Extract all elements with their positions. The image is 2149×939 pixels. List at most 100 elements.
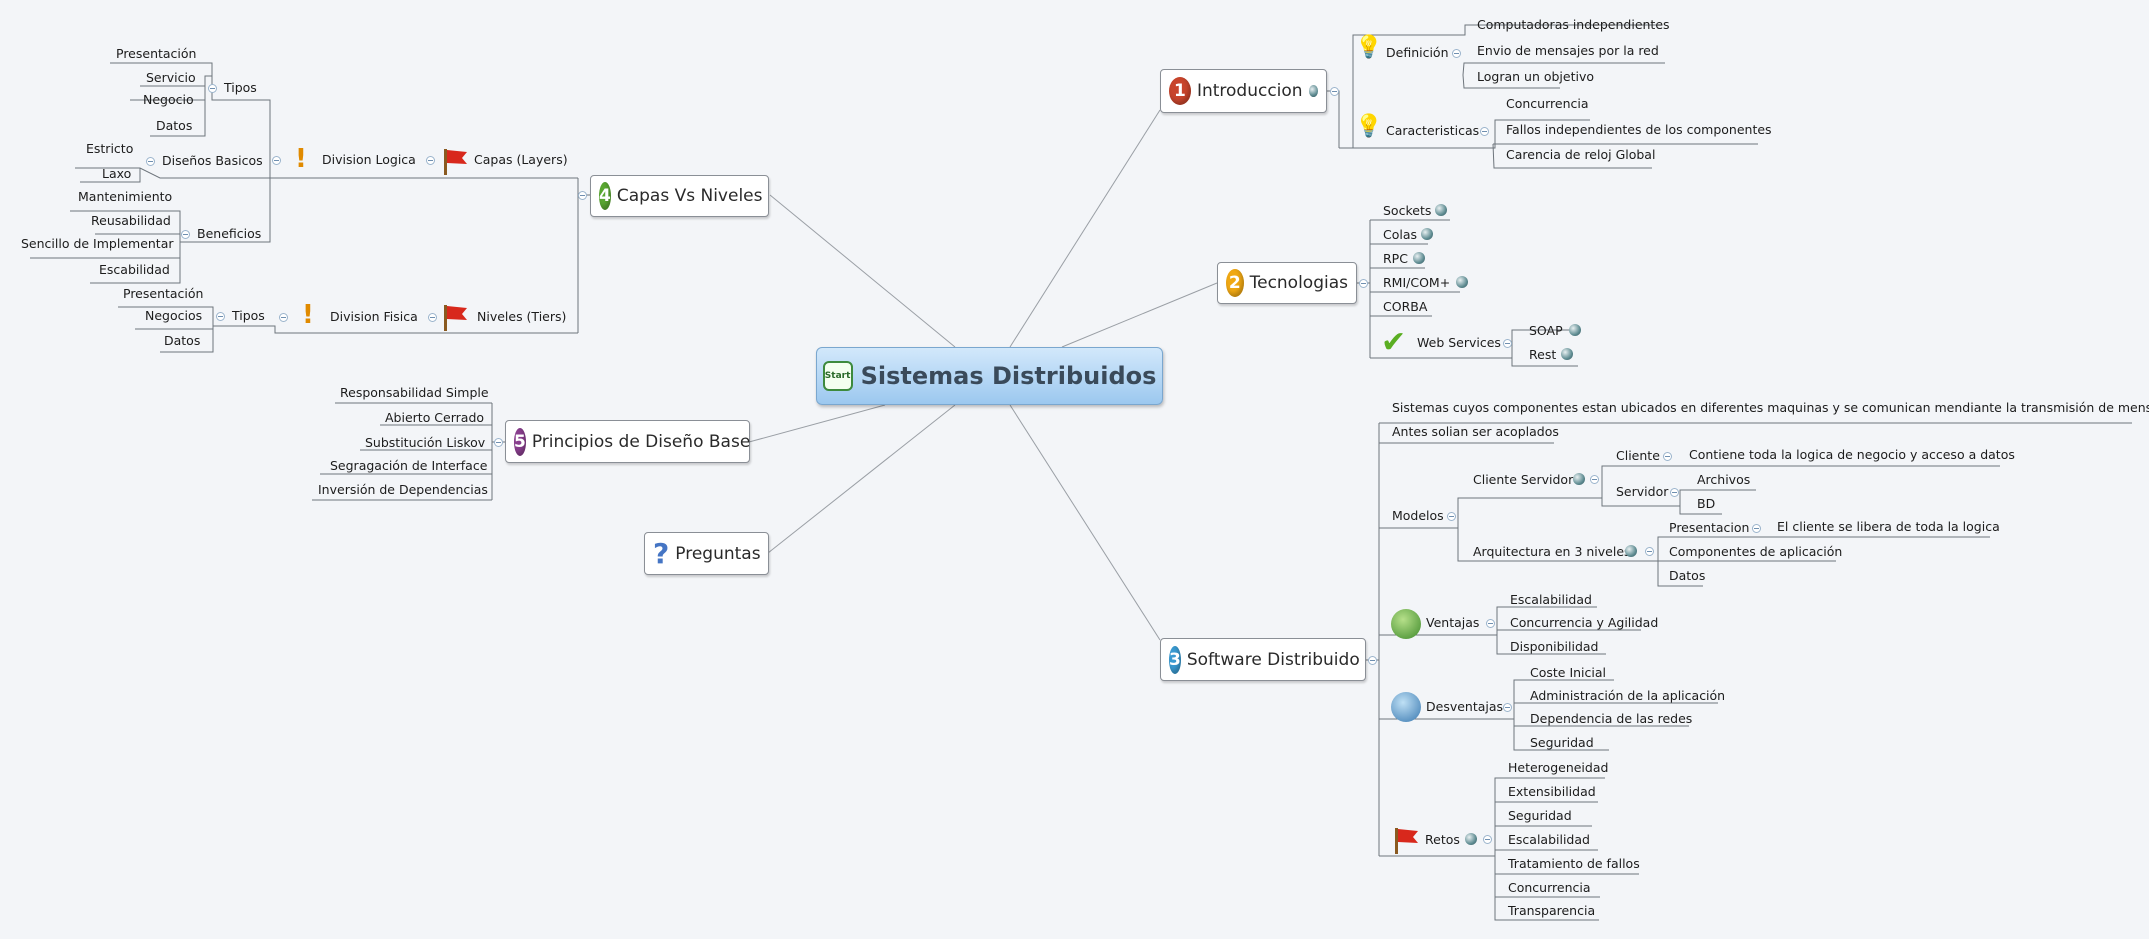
cliente-desc: Contiene toda la logica de negocio y acc… bbox=[1689, 447, 2015, 462]
question-mark-icon: ? bbox=[653, 537, 670, 570]
number-5-icon: 5 bbox=[514, 427, 526, 456]
tecnologia-item: RPC bbox=[1383, 251, 1408, 266]
beneficio-item: Sencillo de Implementar bbox=[21, 236, 174, 251]
collapse-toggle[interactable] bbox=[578, 191, 587, 200]
collapse-toggle[interactable] bbox=[272, 156, 281, 165]
disenos-basicos-label: Diseños Basicos bbox=[162, 153, 263, 168]
topic-capas-vs-niveles[interactable]: 4 Capas Vs Niveles bbox=[590, 175, 769, 217]
note-icon[interactable] bbox=[1569, 324, 1581, 336]
tecnologia-item: RMI/COM+ bbox=[1383, 275, 1451, 290]
principio-item: Segragación de Interface bbox=[330, 458, 488, 473]
collapse-toggle[interactable] bbox=[1503, 339, 1512, 348]
note-icon[interactable] bbox=[1625, 545, 1637, 557]
ventajas-label: Ventajas bbox=[1426, 615, 1480, 630]
note-icon[interactable] bbox=[1421, 228, 1433, 240]
desventaja-item: Administración de la aplicación bbox=[1530, 688, 1726, 703]
note-icon[interactable] bbox=[1573, 473, 1585, 485]
tipos-label: Tipos bbox=[224, 80, 257, 95]
tipo-fisica-item: Datos bbox=[164, 333, 201, 348]
collapse-toggle[interactable] bbox=[1663, 452, 1672, 461]
topic-preguntas-label: Preguntas bbox=[675, 543, 761, 564]
collapse-toggle[interactable] bbox=[494, 438, 503, 447]
note-icon[interactable] bbox=[1456, 276, 1468, 288]
start-icon: Start bbox=[822, 361, 853, 391]
note-icon[interactable] bbox=[1561, 348, 1573, 360]
smiley-icon bbox=[1391, 609, 1421, 639]
note-icon[interactable] bbox=[1465, 833, 1477, 845]
retos-label: Retos bbox=[1425, 832, 1460, 847]
collapse-toggle[interactable] bbox=[1480, 127, 1489, 136]
niveles-tiers-label: Niveles (Tiers) bbox=[477, 309, 567, 324]
collapse-toggle[interactable] bbox=[279, 313, 288, 322]
caracteristica-item: Fallos independientes de los componentes bbox=[1506, 122, 1772, 137]
collapse-toggle[interactable] bbox=[1368, 656, 1377, 665]
number-1-icon: 1 bbox=[1169, 77, 1191, 105]
tres-niveles-label: Arquitectura en 3 niveles bbox=[1473, 544, 1631, 559]
reto-item: Escalabilidad bbox=[1508, 832, 1590, 847]
collapse-toggle[interactable] bbox=[1503, 703, 1512, 712]
checkmark-icon: ✔ bbox=[1381, 325, 1407, 360]
note-icon[interactable] bbox=[1308, 85, 1318, 97]
collapse-toggle[interactable] bbox=[1359, 279, 1368, 288]
collapse-toggle[interactable] bbox=[1452, 49, 1461, 58]
web-service-item: Rest bbox=[1529, 347, 1557, 362]
collapse-toggle[interactable] bbox=[1330, 87, 1339, 96]
ventaja-item: Disponibilidad bbox=[1510, 639, 1599, 654]
tecnologia-item: Sockets bbox=[1383, 203, 1432, 218]
collapse-toggle[interactable] bbox=[1486, 619, 1495, 628]
topic-tecnologias[interactable]: 2 Tecnologias bbox=[1217, 262, 1357, 304]
tipo-item: Servicio bbox=[146, 70, 196, 85]
lightbulb-icon: 💡 bbox=[1355, 35, 1383, 60]
presentacion-desc: El cliente se libera de toda la logica bbox=[1777, 519, 2000, 534]
collapse-toggle[interactable] bbox=[426, 156, 435, 165]
ventaja-item: Escalabilidad bbox=[1510, 592, 1592, 607]
collapse-toggle[interactable] bbox=[1447, 512, 1456, 521]
collapse-toggle[interactable] bbox=[1590, 475, 1599, 484]
topic-tecnologias-label: Tecnologias bbox=[1249, 273, 1348, 293]
note-icon[interactable] bbox=[1435, 204, 1447, 216]
principio-item: Responsabilidad Simple bbox=[340, 385, 489, 400]
topic-principios[interactable]: 5 Principios de Diseño Base bbox=[505, 420, 750, 463]
tipos-fisica-label: Tipos bbox=[232, 308, 265, 323]
reto-item: Seguridad bbox=[1508, 808, 1572, 823]
beneficio-item: Reusabilidad bbox=[91, 213, 171, 228]
reto-item: Concurrencia bbox=[1508, 880, 1591, 895]
crying-face-icon bbox=[1391, 692, 1421, 722]
definicion-item: Envio de mensajes por la red bbox=[1477, 43, 1659, 58]
collapse-toggle[interactable] bbox=[1670, 488, 1679, 497]
collapse-toggle[interactable] bbox=[181, 230, 190, 239]
principio-item: Substitución Liskov bbox=[365, 435, 486, 450]
note-icon[interactable] bbox=[1413, 252, 1425, 264]
collapse-toggle[interactable] bbox=[146, 157, 155, 166]
collapse-toggle[interactable] bbox=[428, 313, 437, 322]
collapse-toggle[interactable] bbox=[1752, 524, 1761, 533]
tipo-fisica-item: Negocios bbox=[145, 308, 203, 323]
sistemas-description: Sistemas cuyos componentes estan ubicado… bbox=[1392, 400, 2149, 415]
collapse-toggle[interactable] bbox=[216, 312, 225, 321]
number-3-icon: 3 bbox=[1169, 645, 1181, 674]
tres-niveles-item: Componentes de aplicación bbox=[1669, 544, 1843, 559]
cliente-label: Cliente bbox=[1616, 448, 1660, 463]
number-2-icon: 2 bbox=[1226, 269, 1244, 297]
central-topic[interactable]: Start Sistemas Distribuidos bbox=[816, 347, 1163, 405]
topic-introduccion[interactable]: 1 Introduccion bbox=[1160, 69, 1327, 113]
caracteristica-item: Carencia de reloj Global bbox=[1506, 147, 1656, 162]
servidor-item: BD bbox=[1697, 496, 1716, 511]
division-fisica-label: Division Fisica bbox=[330, 309, 418, 324]
topic-software-distribuido[interactable]: 3 Software Distribuido bbox=[1160, 638, 1366, 681]
collapse-toggle[interactable] bbox=[1483, 835, 1492, 844]
cliente-servidor-label: Cliente Servidor bbox=[1473, 472, 1574, 487]
definicion-item: Computadoras independientes bbox=[1477, 17, 1670, 32]
ventaja-item: Concurrencia y Agilidad bbox=[1510, 615, 1659, 630]
collapse-toggle[interactable] bbox=[208, 84, 217, 93]
exclamation-icon: ! bbox=[302, 300, 314, 330]
topic-preguntas[interactable]: ? Preguntas bbox=[644, 532, 769, 575]
presentacion-label: Presentacion bbox=[1669, 520, 1750, 535]
caracteristica-item: Concurrencia bbox=[1506, 96, 1589, 111]
beneficios-label: Beneficios bbox=[197, 226, 262, 241]
reto-item: Tratamiento de fallos bbox=[1508, 856, 1640, 871]
collapse-toggle[interactable] bbox=[1645, 547, 1654, 556]
tipo-item: Presentación bbox=[116, 46, 197, 61]
topic-principios-label: Principios de Diseño Base bbox=[531, 431, 751, 452]
reto-item: Heterogeneidad bbox=[1508, 760, 1609, 775]
